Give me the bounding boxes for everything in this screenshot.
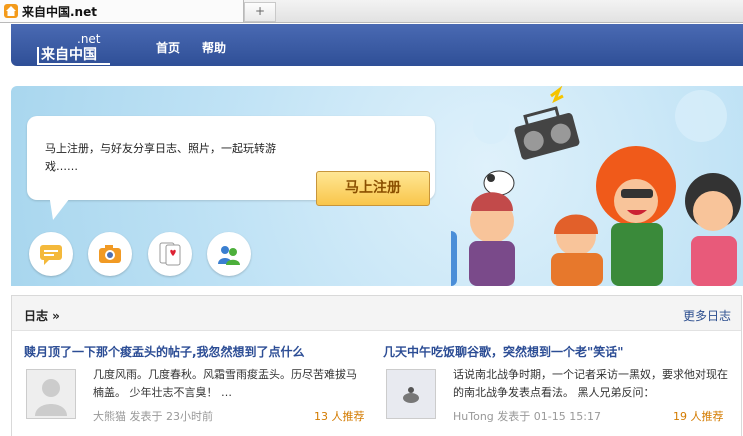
default-avatar-icon xyxy=(27,370,75,418)
nav-help-link[interactable]: 帮助 xyxy=(202,39,226,56)
log-section: 日志 » 更多日志 赎月顶了一下那个痠盂头的帖子,我忽然想到了点什么 几度风雨。… xyxy=(11,295,742,436)
promo-banner: 马上注册，与好友分享日志、照片，一起玩转游戏…… 马上注册 xyxy=(11,86,743,286)
nav-home-link[interactable]: 首页 xyxy=(156,39,180,56)
snow-photo-thumbnail xyxy=(387,370,435,418)
post-recommend-count[interactable]: 13 人推荐 xyxy=(314,408,365,424)
log-header: 日志 » 更多日志 xyxy=(12,296,741,331)
friends-icon xyxy=(207,232,251,276)
post-time: 发表于 23小时前 xyxy=(129,410,214,423)
camera-icon xyxy=(88,232,132,276)
post-author-avatar[interactable] xyxy=(26,369,76,419)
bubble-tail xyxy=(49,194,73,220)
new-tab-button[interactable]: + xyxy=(244,2,276,22)
log-title: 日志 » xyxy=(24,309,60,323)
playing-card-icon xyxy=(148,232,192,276)
post-author-link[interactable]: 大熊猫 xyxy=(93,410,126,423)
post-title-link[interactable]: 几天中午吃饭聊谷歌，突然想到一个老"笑话" xyxy=(383,343,624,360)
post-author-avatar[interactable] xyxy=(386,369,436,419)
promo-text: 马上注册，与好友分享日志、照片，一起玩转游戏…… xyxy=(45,142,276,173)
speech-bubble-icon xyxy=(29,232,73,276)
more-logs-link[interactable]: 更多日志 xyxy=(683,307,731,324)
post-author-link[interactable]: HuTong xyxy=(453,410,494,423)
post-excerpt: 话说南北战争时期，一个记者采访一黑奴，要求他对现在的南北战争发表点看法。 黑人兄… xyxy=(453,368,728,399)
site-header: .net 来自中国 首页 帮助 xyxy=(11,24,743,66)
tab-title: 来自中国.net xyxy=(22,5,97,19)
promo-bubble: 马上注册，与好友分享日志、照片，一起玩转游戏…… 马上注册 xyxy=(27,116,435,206)
logo-text: 来自中国 xyxy=(37,47,110,65)
browser-tab-strip: 来自中国.net + xyxy=(0,0,743,23)
cartoon-characters-illustration xyxy=(451,86,741,286)
post-time: 发表于 01-15 15:17 xyxy=(497,410,601,423)
logo-net: .net xyxy=(77,32,101,46)
post-excerpt: 几度风雨。几度春秋。风霜雪雨痠盂头。历尽苦难拔马楠盖。 少年壮志不言臭！ … xyxy=(93,368,357,399)
post-recommend-count[interactable]: 19 人推荐 xyxy=(673,408,724,424)
home-icon xyxy=(4,4,18,18)
register-button[interactable]: 马上注册 xyxy=(316,171,430,206)
post-title-link[interactable]: 赎月顶了一下那个痠盂头的帖子,我忽然想到了点什么 xyxy=(24,343,305,360)
browser-tab[interactable]: 来自中国.net xyxy=(0,0,244,22)
